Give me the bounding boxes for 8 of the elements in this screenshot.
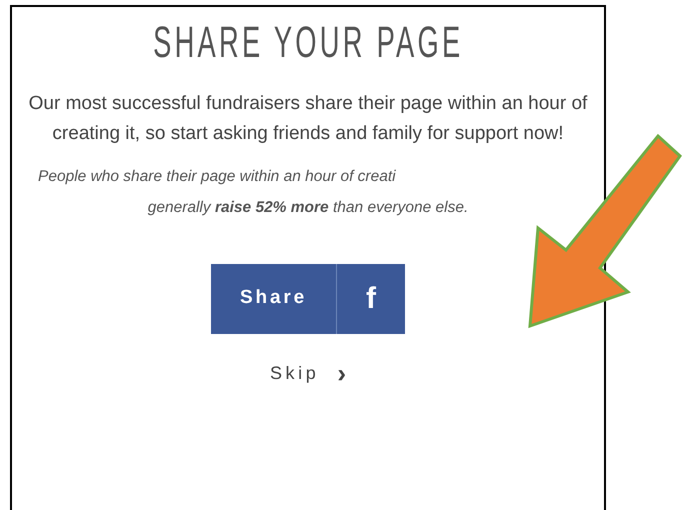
intro-paragraph: Our most successful fundraisers share their page within an hour of creating it, so start asking friends and family for support now! xyxy=(28,92,588,146)
skip-link[interactable]: Skip › xyxy=(270,360,346,386)
page-title: SHARE YOUR PAGE xyxy=(152,21,464,65)
chevron-icon: › xyxy=(337,360,346,386)
stat-line: generally raise 52% more than everyone else. xyxy=(148,198,468,218)
stat-line: People who share their page within an hour of creati xyxy=(38,167,396,187)
facebook-icon: f xyxy=(337,276,405,321)
share-button[interactable]: Share f xyxy=(211,264,405,334)
